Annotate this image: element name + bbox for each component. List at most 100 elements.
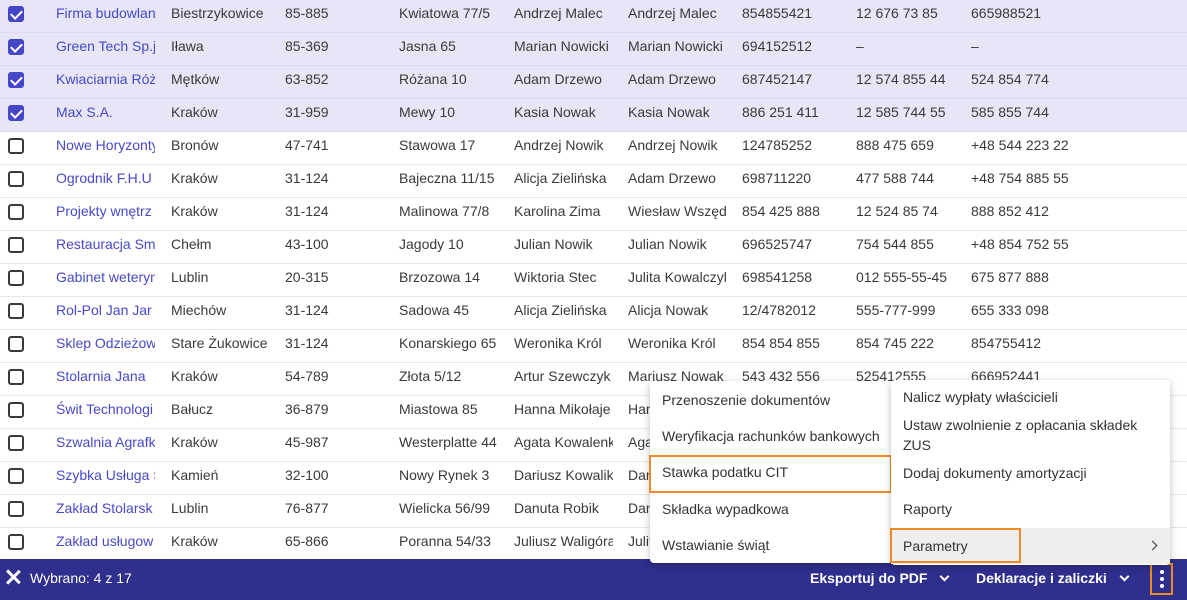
row-checkbox[interactable] [8, 171, 24, 187]
menu-item-przenoszenie[interactable]: Przenoszenie dokumentów [662, 390, 830, 410]
more-actions-button[interactable] [1150, 563, 1173, 595]
cell-city: Biestrzykowice [171, 5, 264, 21]
cell-phone2: 888 475 659 [856, 137, 934, 153]
cell-zip: 65-866 [285, 533, 329, 549]
row-checkbox[interactable] [8, 6, 24, 22]
cell-person2: Wiesław Wszęd [628, 203, 726, 219]
row-checkbox[interactable] [8, 39, 24, 55]
cell-phone2: 12 524 85 74 [856, 203, 938, 219]
cell-phone3: 655 333 098 [971, 302, 1049, 318]
table-row[interactable]: Gabinet weteryn Lublin 20-315 Brzozowa 14 Wi… [0, 264, 1187, 297]
cell-name[interactable]: Stolarnia Jana [56, 363, 155, 395]
row-checkbox[interactable] [8, 303, 24, 319]
cell-phone1: 696525747 [742, 236, 813, 252]
cell-city: Miechów [171, 302, 227, 318]
cell-city: Mętków [171, 71, 220, 87]
row-checkbox[interactable] [8, 138, 24, 154]
row-checkbox[interactable] [8, 204, 24, 220]
table-row[interactable]: Rol-Pol Jan Jar Miechów 31-124 Sadowa 45 Ali… [0, 297, 1187, 330]
table-row[interactable]: Restauracja Sm Chełm 43-100 Jagody 10 Julian… [0, 231, 1187, 264]
declarations-button[interactable]: Deklaracje i zaliczki [976, 570, 1130, 586]
menu-item-weryfikacja[interactable]: Weryfikacja rachunków bankowych [662, 426, 880, 446]
table-row[interactable]: Projekty wnętrz Kraków 31-124 Malinowa 77/8… [0, 198, 1187, 231]
cell-zip: 47-741 [285, 137, 329, 153]
row-checkbox[interactable] [8, 237, 24, 253]
cell-phone3: 888 852 412 [971, 203, 1049, 219]
cell-person2: Alicja Nowak [628, 302, 709, 318]
cell-name[interactable]: Zakład usługow [56, 528, 155, 560]
cell-phone1: 694152512 [742, 38, 813, 54]
cell-phone2: – [856, 38, 864, 54]
cell-city: Bałucz [171, 401, 214, 417]
cell-name[interactable]: Szwalnia Agrafk [56, 429, 155, 461]
cell-city: Kraków [171, 170, 218, 186]
cell-zip: 32-100 [285, 467, 329, 483]
cell-phone3: 524 854 774 [971, 71, 1049, 87]
cell-zip: 85-369 [285, 38, 329, 54]
cell-zip: 20-315 [285, 269, 329, 285]
row-checkbox[interactable] [8, 402, 24, 418]
cell-phone3: 585 855 744 [971, 104, 1049, 120]
table-row[interactable]: Nowe Horyzonty Bronów 47-741 Stawowa 17 Andr… [0, 132, 1187, 165]
cell-zip: 31-124 [285, 335, 329, 351]
cell-street: Sadowa 45 [399, 302, 470, 318]
cell-name[interactable]: Świt Technologi [56, 396, 155, 428]
cell-phone3: +48 544 223 22 [971, 137, 1069, 153]
cell-city: Stare Żukowice [171, 335, 268, 351]
table-row[interactable]: Firma budowlan Biestrzykowice 85-885 Kwiato… [0, 0, 1187, 33]
cell-street: Brzozowa 14 [399, 269, 480, 285]
menu-item-nalicz[interactable]: Nalicz wypłaty właścicieli [903, 387, 1058, 407]
cell-name[interactable]: Max S.A. [56, 99, 155, 131]
cell-name[interactable]: Szybka Usługa S [56, 462, 155, 494]
row-checkbox[interactable] [8, 534, 24, 550]
table-row[interactable]: Kwiaciarnia Róż Mętków 63-852 Różana 10 Adam… [0, 66, 1187, 99]
table-row[interactable]: Ogrodnik F.H.U Kraków 31-124 Bajeczna 11/15… [0, 165, 1187, 198]
cell-name[interactable]: Green Tech Sp.j [56, 33, 155, 65]
cell-city: Lublin [171, 500, 209, 516]
cell-street: Kwiatowa 77/5 [399, 5, 491, 21]
cell-street: Westerplatte 44 [399, 434, 497, 450]
row-checkbox[interactable] [8, 435, 24, 451]
cell-phone3: 665988521 [971, 5, 1042, 21]
cell-name[interactable]: Kwiaciarnia Róż [56, 66, 155, 98]
menu-item-stawka-cit[interactable]: Stawka podatku CIT [662, 462, 788, 482]
table-row[interactable]: Sklep Odzieżow Stare Żukowice 31-124 Konars… [0, 330, 1187, 363]
cell-name[interactable]: Firma budowlan [56, 0, 155, 32]
row-checkbox[interactable] [8, 369, 24, 385]
table-row[interactable]: Green Tech Sp.j Iława 85-369 Jasna 65 Marian… [0, 33, 1187, 66]
cell-person2: Marian Nowicki [628, 38, 723, 54]
row-checkbox[interactable] [8, 72, 24, 88]
row-checkbox[interactable] [8, 468, 24, 484]
cell-street: Malinowa 77/8 [399, 203, 490, 219]
cell-name[interactable]: Ogrodnik F.H.U [56, 165, 155, 197]
cell-name[interactable]: Sklep Odzieżow [56, 330, 155, 362]
cell-city: Kraków [171, 434, 218, 450]
cell-zip: 45-987 [285, 434, 329, 450]
menu-item-parametry[interactable]: Parametry [903, 536, 968, 556]
cell-name[interactable]: Zakład Stolarsk [56, 495, 155, 527]
cell-zip: 36-879 [285, 401, 329, 417]
cell-phone1: 687452147 [742, 71, 813, 87]
cell-name[interactable]: Nowe Horyzonty [56, 132, 155, 164]
table-row[interactable]: Max S.A. Kraków 31-959 Mewy 10 Kasia Nowak Ka… [0, 99, 1187, 132]
row-checkbox[interactable] [8, 105, 24, 121]
cell-street: Miastowa 85 [399, 401, 478, 417]
menu-item-swieta[interactable]: Wstawianie świąt [662, 535, 769, 555]
menu-item-amortyzacja[interactable]: Dodaj dokumenty amortyzacji [903, 463, 1087, 483]
menu-item-skladka[interactable]: Składka wypadkowa [662, 499, 789, 519]
menu-item-zwolnienie-zus[interactable]: Ustaw zwolnienie z opłacania składek ZUS [903, 415, 1153, 455]
cell-city: Kamień [171, 467, 219, 483]
cell-phone1: 12/4782012 [742, 302, 816, 318]
cell-name[interactable]: Rol-Pol Jan Jar [56, 297, 155, 329]
cell-name[interactable]: Projekty wnętrz [56, 198, 155, 230]
row-checkbox[interactable] [8, 336, 24, 352]
export-pdf-button[interactable]: Eksportuj do PDF [810, 570, 950, 586]
cell-phone2: 754 544 855 [856, 236, 934, 252]
cell-city: Kraków [171, 203, 218, 219]
close-icon[interactable] [6, 569, 20, 585]
row-checkbox[interactable] [8, 501, 24, 517]
cell-name[interactable]: Gabinet weteryn [56, 264, 155, 296]
menu-item-raporty[interactable]: Raporty [903, 499, 952, 519]
cell-name[interactable]: Restauracja Sm [56, 231, 155, 263]
row-checkbox[interactable] [8, 270, 24, 286]
